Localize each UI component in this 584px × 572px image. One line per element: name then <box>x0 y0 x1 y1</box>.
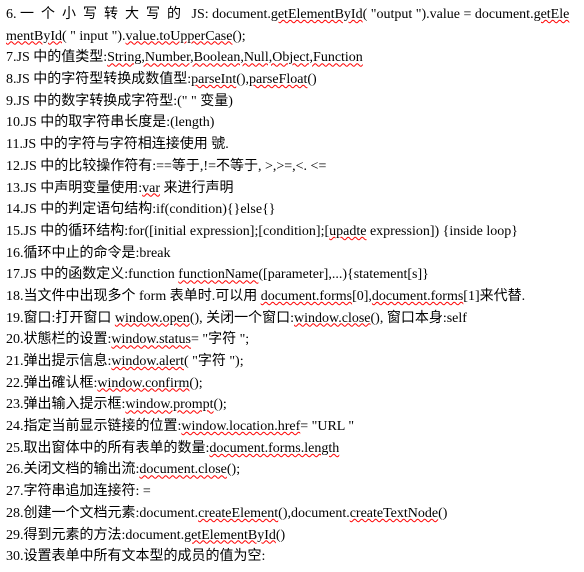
text-run: (); <box>189 376 202 391</box>
text-run: 16.循环中止的命令是:break <box>6 246 170 261</box>
spellcheck-underline: window.location.href <box>181 419 300 434</box>
spellcheck-underline: String,Number,Boolean,Null,Object,Functi… <box>107 50 363 65</box>
spellcheck-underline: window.open <box>115 311 190 326</box>
text-run: 22.弹出確认框: <box>6 376 97 391</box>
text-run: 11.JS 中的字符与字符相连接使用 號. <box>6 137 229 152</box>
line-15: 15.JS 中的循环结构:for([initial expression];[c… <box>6 221 578 243</box>
text-run: 9.JS 中的数字转换成字符型:(" " 变量) <box>6 94 233 109</box>
text-run: 来进行声明 <box>160 181 234 196</box>
text-run: ( " input "). <box>62 29 126 44</box>
text-run: 26.关闭文档的输出流: <box>6 462 139 477</box>
text-run: JS: <box>188 7 212 22</box>
spellcheck-underline: createElement <box>198 506 278 521</box>
text-run: 一个小写转大写的 <box>20 7 188 22</box>
text-run: document. <box>212 7 271 22</box>
spellcheck-underline: parseInt <box>191 72 236 87</box>
spellcheck-underline: document.close <box>139 462 226 477</box>
line-9: 9.JS 中的数字转换成字符型:(" " 变量) <box>6 91 578 113</box>
line-27: 27.字符串追加连接符: = <box>6 481 578 503</box>
text-run: 24.指定当前显示链接的位置: <box>6 419 181 434</box>
spellcheck-underline: document.forms <box>372 289 463 304</box>
text-run: = "URL " <box>300 419 354 434</box>
spellcheck-underline: window.close <box>294 311 370 326</box>
text-run: 10.JS 中的取字符串长度是:(length) <box>6 115 214 130</box>
line-16: 16.循环中止的命令是:break <box>6 243 578 265</box>
spellcheck-underline: value.toUpperCase <box>126 29 233 44</box>
text-run: (); <box>232 29 245 44</box>
text-run: 30.设置表单中所有文本型的成员的值为空: <box>6 549 265 564</box>
text-run: 19.窗口:打开窗口 <box>6 311 115 326</box>
spellcheck-underline: upadte <box>329 224 366 239</box>
spellcheck-underline: getElementById <box>184 528 276 543</box>
spellcheck-underline: document.forms <box>261 289 352 304</box>
spellcheck-underline: window.prompt <box>125 397 213 412</box>
text-run: (), 窗口本身:self <box>371 311 467 326</box>
line-17: 17.JS 中的函数定义:function functionName([para… <box>6 264 578 286</box>
line-26: 26.关闭文档的输出流:document.close(); <box>6 459 578 481</box>
text-run: 20.状態栏的设置: <box>6 332 111 347</box>
text-run: 23.弹出输入提示框: <box>6 397 125 412</box>
text-run: ( "字符 "); <box>184 354 244 369</box>
text-run: [1]来代替. <box>463 289 525 304</box>
text-run: 28.创建一个文档元素:document. <box>6 506 198 521</box>
text-run: ( "output ").value = document. <box>363 7 534 22</box>
spellcheck-underline: var <box>142 181 160 196</box>
line-28: 28.创建一个文档元素:document.createElement(),doc… <box>6 503 578 525</box>
line-12: 12.JS 中的比较操作符有:==等于,!=不等于, >,>=,<. <= <box>6 156 578 178</box>
spellcheck-underline: getElementById <box>271 7 363 22</box>
text-run: () <box>307 72 316 87</box>
line-8: 8.JS 中的字符型转换成数值型:parseInt(),parseFloat() <box>6 69 578 91</box>
text-run: = "字符 "; <box>191 332 249 347</box>
text-run: (), <box>236 72 249 87</box>
spellcheck-underline: window.confirm <box>97 376 189 391</box>
spellcheck-underline: document.forms.length <box>209 441 339 456</box>
line-22: 22.弹出確认框:window.confirm(); <box>6 373 578 395</box>
spellcheck-underline: parseFloat <box>249 72 307 87</box>
text-run: 15.JS 中的循环结构:for([initial expression];[c… <box>6 224 329 239</box>
line-10: 10.JS 中的取字符串长度是:(length) <box>6 112 578 134</box>
line-18: 18.当文件中出现多个 form 表单时.可以用 document.forms[… <box>6 286 578 308</box>
text-run: expression]) {inside loop} <box>366 224 517 239</box>
text-run: (),document. <box>278 506 350 521</box>
text-run: 29.得到元素的方法:document. <box>6 528 184 543</box>
text-run: 13.JS 中声明变量使用: <box>6 181 142 196</box>
text-run: () <box>276 528 285 543</box>
spellcheck-underline: window.alert <box>111 354 184 369</box>
text-run: 8.JS 中的字符型转换成数值型: <box>6 72 191 87</box>
text-run: 14.JS 中的判定语句结构:if(condition){}else{} <box>6 202 276 217</box>
text-run: ([parameter],...){statement[s]} <box>258 267 428 282</box>
text-run: 27.字符串追加连接符: = <box>6 484 151 499</box>
line-19: 19.窗口:打开窗口 window.open(), 关闭一个窗口:window.… <box>6 308 578 330</box>
text-run: (), 关闭一个窗口: <box>190 311 294 326</box>
line-20: 20.状態栏的设置:window.status= "字符 "; <box>6 329 578 351</box>
line-25: 25.取出窗体中的所有表单的数量:document.forms.length <box>6 438 578 460</box>
line-30: 30.设置表单中所有文本型的成员的值为空: <box>6 546 578 568</box>
spellcheck-underline: functionName <box>178 267 258 282</box>
line-13: 13.JS 中声明变量使用:var 来进行声明 <box>6 178 578 200</box>
text-run: 6. <box>6 7 20 22</box>
line-23: 23.弹出输入提示框:window.prompt(); <box>6 394 578 416</box>
spellcheck-underline: createTextNode <box>350 506 438 521</box>
line-11: 11.JS 中的字符与字符相连接使用 號. <box>6 134 578 156</box>
line-29: 29.得到元素的方法:document.getElementById() <box>6 525 578 547</box>
text-run: 17.JS 中的函数定义:function <box>6 267 178 282</box>
document-body: 6. 一个小写转大写的 JS: document.getElementById(… <box>6 4 578 568</box>
line-14: 14.JS 中的判定语句结构:if(condition){}else{} <box>6 199 578 221</box>
text-run: (); <box>214 397 227 412</box>
text-run: 21.弹出提示信息: <box>6 354 111 369</box>
text-run: 7.JS 中的值类型: <box>6 50 107 65</box>
spellcheck-underline: window.status <box>111 332 191 347</box>
line-21: 21.弹出提示信息:window.alert( "字符 "); <box>6 351 578 373</box>
text-run: (); <box>227 462 240 477</box>
text-run: [0], <box>352 289 372 304</box>
line-6: 6. 一个小写转大写的 JS: document.getElementById(… <box>6 4 578 47</box>
text-run: 12.JS 中的比较操作符有:==等于,!=不等于, >,>=,<. <= <box>6 159 326 174</box>
text-run: 18.当文件中出现多个 form 表单时.可以用 <box>6 289 261 304</box>
text-run: () <box>438 506 447 521</box>
line-24: 24.指定当前显示链接的位置:window.location.href= "UR… <box>6 416 578 438</box>
text-run: 25.取出窗体中的所有表单的数量: <box>6 441 209 456</box>
line-7: 7.JS 中的值类型:String,Number,Boolean,Null,Ob… <box>6 47 578 69</box>
